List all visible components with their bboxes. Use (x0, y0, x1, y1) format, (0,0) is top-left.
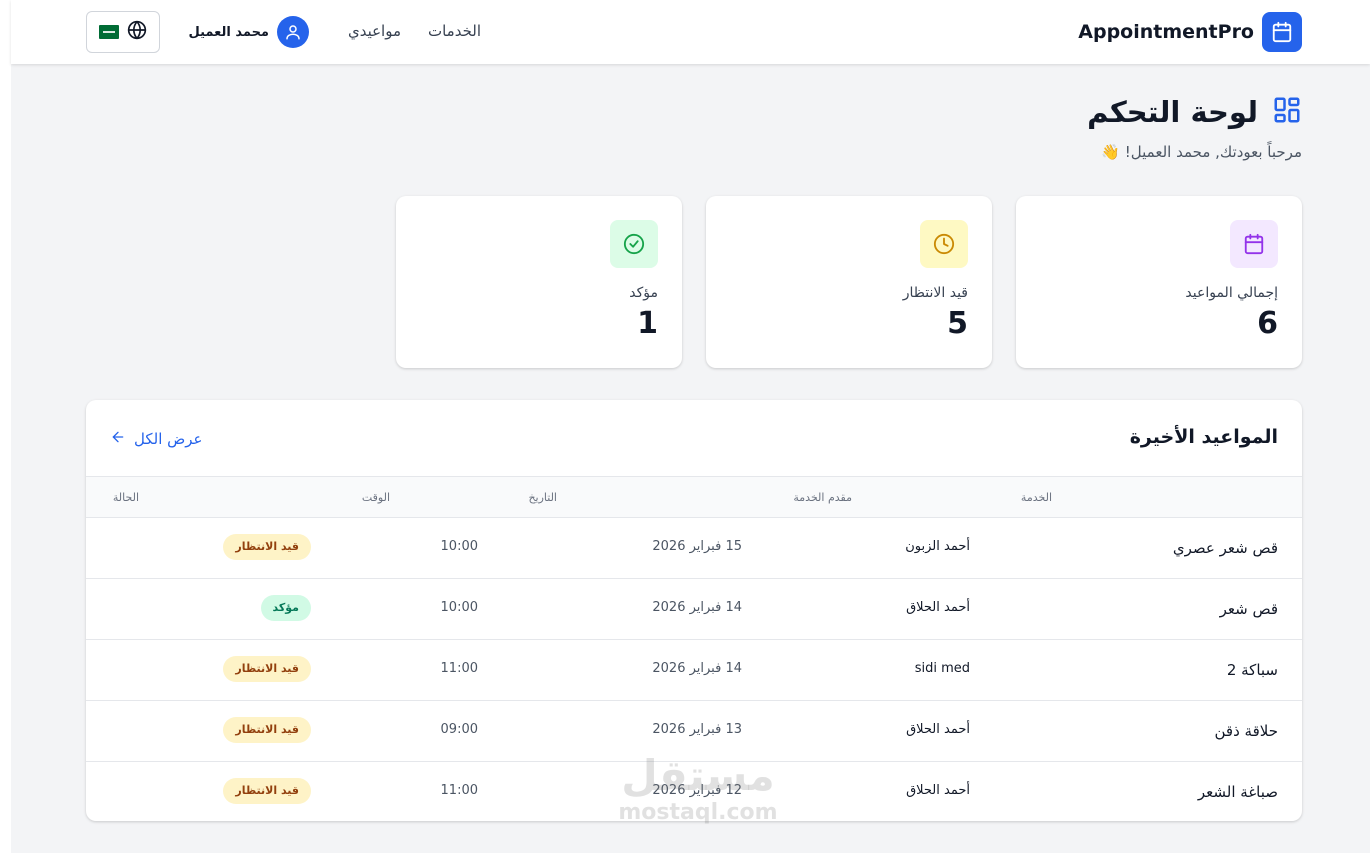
calendar-icon (1230, 220, 1278, 268)
cell-time: 11:00 (440, 783, 478, 798)
cell-date: 14 فبراير 2026 (652, 600, 742, 615)
cell-time: 10:00 (440, 600, 478, 615)
check-circle-icon (610, 220, 658, 268)
saudi-flag-icon (99, 25, 119, 39)
user-menu[interactable]: محمد العميل (189, 16, 309, 48)
cell-service: قص شعر عصري (1172, 539, 1278, 557)
status-badge: قيد الانتظار (223, 656, 311, 682)
view-all-link[interactable]: عرض الكل (110, 429, 203, 449)
cell-date: 13 فبراير 2026 (652, 722, 742, 737)
user-name: محمد العميل (188, 24, 269, 40)
cell-service: صباغة الشعر (1197, 783, 1278, 801)
brand-name: AppointmentPro (1078, 21, 1254, 43)
stat-card-total: إجمالي المواعيد 6 (1016, 196, 1302, 368)
arrow-left-icon (110, 429, 126, 449)
cell-provider: sidi med (914, 661, 970, 676)
calendar-icon (1262, 12, 1302, 52)
stat-value: 1 (637, 306, 658, 341)
status-badge: قيد الانتظار (223, 778, 311, 804)
column-header-service: الخدمة (1020, 491, 1052, 504)
cell-date: 15 فبراير 2026 (652, 539, 742, 554)
dashboard-grid-icon (1272, 95, 1302, 129)
stat-card-confirmed: مؤكد 1 (396, 196, 682, 368)
cell-service: حلاقة ذقن (1214, 722, 1278, 740)
cell-provider: أحمد الحلاق (906, 722, 970, 737)
cell-time: 11:00 (440, 661, 478, 676)
page-left-edge (0, 0, 11, 853)
column-header-date: التاريخ (528, 491, 557, 504)
page-heading: لوحة التحكم (1087, 95, 1302, 129)
column-header-time: الوقت (361, 491, 390, 504)
table-header: الخدمة مقدم الخدمة التاريخ الوقت الحالة (86, 476, 1302, 517)
table-row[interactable]: قص شعر عصري أحمد الزبون 15 فبراير 2026 1… (86, 517, 1302, 578)
cell-provider: أحمد الزبون (905, 539, 970, 554)
user-icon (277, 16, 309, 48)
clock-icon (920, 220, 968, 268)
table-row[interactable]: صباغة الشعر أحمد الحلاق 12 فبراير 2026 1… (86, 761, 1302, 821)
status-badge: قيد الانتظار (223, 717, 311, 743)
cell-provider: أحمد الحلاق (906, 600, 970, 615)
view-all-label: عرض الكل (134, 430, 203, 448)
stat-label: إجمالي المواعيد (1185, 285, 1278, 301)
stat-value: 6 (1257, 306, 1278, 341)
cell-time: 10:00 (440, 539, 478, 554)
stat-card-pending: قيد الانتظار 5 (706, 196, 992, 368)
table-row[interactable]: سباكة 2 sidi med 14 فبراير 2026 11:00 قي… (86, 639, 1302, 700)
cell-service: قص شعر (1219, 600, 1278, 618)
welcome-message: مرحباً بعودتك, محمد العميل! 👋 (1101, 143, 1302, 161)
language-switcher-button[interactable] (86, 11, 160, 53)
app-root: AppointmentPro الخدمات مواعيدي محمد العم… (11, 0, 1370, 853)
cell-service: سباكة 2 (1226, 661, 1278, 679)
brand-logo-link[interactable]: AppointmentPro (1078, 12, 1302, 52)
stat-label: قيد الانتظار (902, 285, 968, 301)
stat-label: مؤكد (629, 285, 658, 301)
status-badge: قيد الانتظار (223, 534, 311, 560)
top-navbar: AppointmentPro الخدمات مواعيدي محمد العم… (11, 0, 1370, 64)
table-row[interactable]: قص شعر أحمد الحلاق 14 فبراير 2026 10:00 … (86, 578, 1302, 639)
cell-date: 14 فبراير 2026 (652, 661, 742, 676)
column-header-status: الحالة (112, 491, 139, 504)
stat-value: 5 (947, 306, 968, 341)
panel-title: المواعيد الأخيرة (1129, 426, 1278, 448)
cell-date: 12 فبراير 2026 (652, 783, 742, 798)
status-badge: مؤكد (260, 595, 311, 621)
globe-icon (127, 20, 147, 44)
cell-provider: أحمد الحلاق (906, 783, 970, 798)
cell-time: 09:00 (440, 722, 478, 737)
nav-link-services[interactable]: الخدمات (428, 22, 481, 40)
page-title: لوحة التحكم (1087, 95, 1258, 129)
table-row[interactable]: حلاقة ذقن أحمد الحلاق 13 فبراير 2026 09:… (86, 700, 1302, 761)
recent-appointments-panel: المواعيد الأخيرة عرض الكل الخدمة مقدم ال… (86, 400, 1302, 821)
column-header-provider: مقدم الخدمة (793, 491, 852, 504)
nav-link-my-appointments[interactable]: مواعيدي (348, 22, 401, 40)
